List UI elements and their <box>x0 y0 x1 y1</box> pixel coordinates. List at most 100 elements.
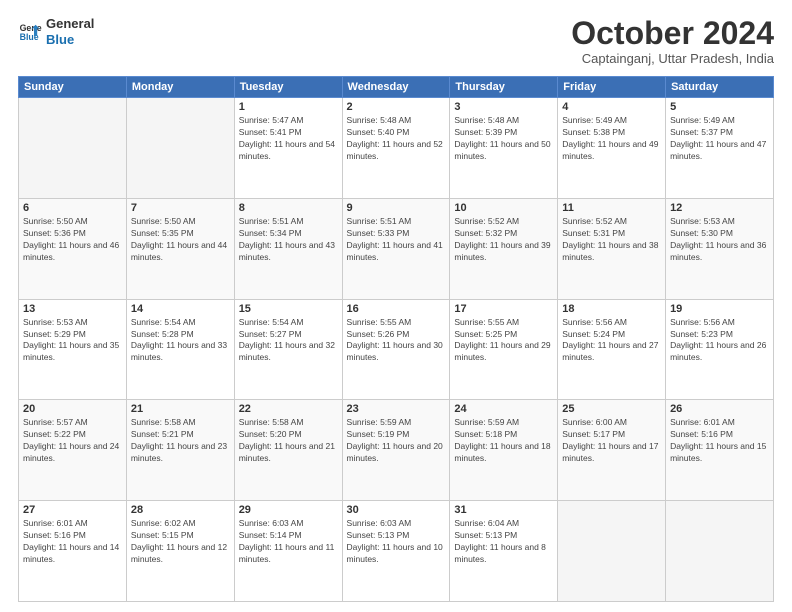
cell-info: Sunrise: 5:51 AM Sunset: 5:33 PM Dayligh… <box>347 216 446 264</box>
calendar-cell: 21 Sunrise: 5:58 AM Sunset: 5:21 PM Dayli… <box>126 400 234 501</box>
day-number: 13 <box>23 303 122 315</box>
calendar-cell: 31 Sunrise: 6:04 AM Sunset: 5:13 PM Dayli… <box>450 501 558 602</box>
weekday-header-tuesday: Tuesday <box>234 77 342 98</box>
weekday-header-monday: Monday <box>126 77 234 98</box>
cell-info: Sunrise: 5:51 AM Sunset: 5:34 PM Dayligh… <box>239 216 338 264</box>
weekday-header-row: SundayMondayTuesdayWednesdayThursdayFrid… <box>19 77 774 98</box>
cell-info: Sunrise: 5:48 AM Sunset: 5:39 PM Dayligh… <box>454 115 553 163</box>
calendar-cell: 29 Sunrise: 6:03 AM Sunset: 5:14 PM Dayli… <box>234 501 342 602</box>
calendar-cell: 30 Sunrise: 6:03 AM Sunset: 5:13 PM Dayli… <box>342 501 450 602</box>
cell-info: Sunrise: 5:52 AM Sunset: 5:31 PM Dayligh… <box>562 216 661 264</box>
cell-info: Sunrise: 6:03 AM Sunset: 5:13 PM Dayligh… <box>347 518 446 566</box>
day-number: 12 <box>670 202 769 214</box>
day-number: 3 <box>454 101 553 113</box>
cell-info: Sunrise: 5:49 AM Sunset: 5:37 PM Dayligh… <box>670 115 769 163</box>
day-number: 7 <box>131 202 230 214</box>
calendar-cell: 15 Sunrise: 5:54 AM Sunset: 5:27 PM Dayli… <box>234 299 342 400</box>
day-number: 9 <box>347 202 446 214</box>
calendar-cell <box>666 501 774 602</box>
calendar-cell: 4 Sunrise: 5:49 AM Sunset: 5:38 PM Daylig… <box>558 98 666 199</box>
calendar-cell: 9 Sunrise: 5:51 AM Sunset: 5:33 PM Daylig… <box>342 198 450 299</box>
day-number: 4 <box>562 101 661 113</box>
cell-info: Sunrise: 6:00 AM Sunset: 5:17 PM Dayligh… <box>562 417 661 465</box>
week-row-2: 6 Sunrise: 5:50 AM Sunset: 5:36 PM Daylig… <box>19 198 774 299</box>
cell-info: Sunrise: 5:49 AM Sunset: 5:38 PM Dayligh… <box>562 115 661 163</box>
weekday-header-sunday: Sunday <box>19 77 127 98</box>
day-number: 28 <box>131 504 230 516</box>
cell-info: Sunrise: 5:53 AM Sunset: 5:29 PM Dayligh… <box>23 317 122 365</box>
day-number: 10 <box>454 202 553 214</box>
day-number: 8 <box>239 202 338 214</box>
week-row-1: 1Sunrise: 5:47 AM Sunset: 5:41 PM Daylig… <box>19 98 774 199</box>
cell-info: Sunrise: 5:59 AM Sunset: 5:18 PM Dayligh… <box>454 417 553 465</box>
cell-info: Sunrise: 6:02 AM Sunset: 5:15 PM Dayligh… <box>131 518 230 566</box>
calendar-cell: 7Sunrise: 5:50 AM Sunset: 5:35 PM Daylig… <box>126 198 234 299</box>
title-block: October 2024 Captainganj, Uttar Pradesh,… <box>571 16 774 66</box>
cell-info: Sunrise: 5:53 AM Sunset: 5:30 PM Dayligh… <box>670 216 769 264</box>
day-number: 16 <box>347 303 446 315</box>
cell-info: Sunrise: 5:55 AM Sunset: 5:26 PM Dayligh… <box>347 317 446 365</box>
cell-info: Sunrise: 5:48 AM Sunset: 5:40 PM Dayligh… <box>347 115 446 163</box>
cell-info: Sunrise: 5:56 AM Sunset: 5:23 PM Dayligh… <box>670 317 769 365</box>
calendar-table: SundayMondayTuesdayWednesdayThursdayFrid… <box>18 76 774 602</box>
cell-info: Sunrise: 5:52 AM Sunset: 5:32 PM Dayligh… <box>454 216 553 264</box>
day-number: 25 <box>562 403 661 415</box>
cell-info: Sunrise: 5:55 AM Sunset: 5:25 PM Dayligh… <box>454 317 553 365</box>
day-number: 18 <box>562 303 661 315</box>
calendar-cell: 11Sunrise: 5:52 AM Sunset: 5:31 PM Dayli… <box>558 198 666 299</box>
cell-info: Sunrise: 5:57 AM Sunset: 5:22 PM Dayligh… <box>23 417 122 465</box>
calendar-cell: 8 Sunrise: 5:51 AM Sunset: 5:34 PM Daylig… <box>234 198 342 299</box>
calendar-cell <box>126 98 234 199</box>
weekday-header-thursday: Thursday <box>450 77 558 98</box>
day-number: 23 <box>347 403 446 415</box>
header: General Blue General Blue October 2024 C… <box>18 16 774 66</box>
day-number: 1 <box>239 101 338 113</box>
day-number: 27 <box>23 504 122 516</box>
day-number: 30 <box>347 504 446 516</box>
calendar-cell: 2 Sunrise: 5:48 AM Sunset: 5:40 PM Daylig… <box>342 98 450 199</box>
calendar-cell: 23 Sunrise: 5:59 AM Sunset: 5:19 PM Dayli… <box>342 400 450 501</box>
calendar-cell: 13 Sunrise: 5:53 AM Sunset: 5:29 PM Dayli… <box>19 299 127 400</box>
cell-info: Sunrise: 5:58 AM Sunset: 5:20 PM Dayligh… <box>239 417 338 465</box>
cell-info: Sunrise: 6:03 AM Sunset: 5:14 PM Dayligh… <box>239 518 338 566</box>
day-number: 14 <box>131 303 230 315</box>
cell-info: Sunrise: 5:54 AM Sunset: 5:28 PM Dayligh… <box>131 317 230 365</box>
calendar-cell: 3 Sunrise: 5:48 AM Sunset: 5:39 PM Daylig… <box>450 98 558 199</box>
day-number: 6 <box>23 202 122 214</box>
calendar-cell: 5 Sunrise: 5:49 AM Sunset: 5:37 PM Daylig… <box>666 98 774 199</box>
calendar-cell: 18 Sunrise: 5:56 AM Sunset: 5:24 PM Dayli… <box>558 299 666 400</box>
location: Captainganj, Uttar Pradesh, India <box>571 51 774 66</box>
cell-info: Sunrise: 5:59 AM Sunset: 5:19 PM Dayligh… <box>347 417 446 465</box>
day-number: 22 <box>239 403 338 415</box>
calendar-cell: 24Sunrise: 5:59 AM Sunset: 5:18 PM Dayli… <box>450 400 558 501</box>
calendar-cell: 25 Sunrise: 6:00 AM Sunset: 5:17 PM Dayli… <box>558 400 666 501</box>
week-row-3: 13 Sunrise: 5:53 AM Sunset: 5:29 PM Dayli… <box>19 299 774 400</box>
weekday-header-friday: Friday <box>558 77 666 98</box>
calendar-cell: 17Sunrise: 5:55 AM Sunset: 5:25 PM Dayli… <box>450 299 558 400</box>
cell-info: Sunrise: 5:58 AM Sunset: 5:21 PM Dayligh… <box>131 417 230 465</box>
logo-text: General Blue <box>46 16 94 47</box>
cell-info: Sunrise: 6:04 AM Sunset: 5:13 PM Dayligh… <box>454 518 553 566</box>
month-title: October 2024 <box>571 16 774 51</box>
cell-info: Sunrise: 5:50 AM Sunset: 5:36 PM Dayligh… <box>23 216 122 264</box>
day-number: 21 <box>131 403 230 415</box>
calendar-cell: 20 Sunrise: 5:57 AM Sunset: 5:22 PM Dayli… <box>19 400 127 501</box>
calendar-cell: 22 Sunrise: 5:58 AM Sunset: 5:20 PM Dayli… <box>234 400 342 501</box>
calendar-cell: 6 Sunrise: 5:50 AM Sunset: 5:36 PM Daylig… <box>19 198 127 299</box>
cell-info: Sunrise: 5:56 AM Sunset: 5:24 PM Dayligh… <box>562 317 661 365</box>
day-number: 20 <box>23 403 122 415</box>
day-number: 31 <box>454 504 553 516</box>
calendar-cell <box>19 98 127 199</box>
cell-info: Sunrise: 5:54 AM Sunset: 5:27 PM Dayligh… <box>239 317 338 365</box>
day-number: 15 <box>239 303 338 315</box>
calendar-cell: 14 Sunrise: 5:54 AM Sunset: 5:28 PM Dayli… <box>126 299 234 400</box>
day-number: 5 <box>670 101 769 113</box>
day-number: 29 <box>239 504 338 516</box>
calendar-cell: 28 Sunrise: 6:02 AM Sunset: 5:15 PM Dayli… <box>126 501 234 602</box>
calendar-cell: 10 Sunrise: 5:52 AM Sunset: 5:32 PM Dayli… <box>450 198 558 299</box>
logo: General Blue General Blue <box>18 16 94 47</box>
calendar-cell: 27Sunrise: 6:01 AM Sunset: 5:16 PM Dayli… <box>19 501 127 602</box>
calendar-cell: 26Sunrise: 6:01 AM Sunset: 5:16 PM Dayli… <box>666 400 774 501</box>
weekday-header-saturday: Saturday <box>666 77 774 98</box>
day-number: 2 <box>347 101 446 113</box>
